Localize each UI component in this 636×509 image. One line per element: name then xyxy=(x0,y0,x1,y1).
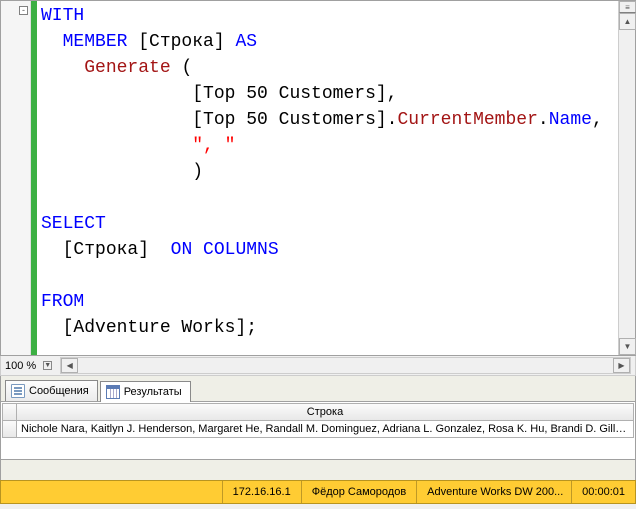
cell-value[interactable]: Nichole Nara, Kaitlyn J. Henderson, Marg… xyxy=(17,421,633,437)
grid-icon xyxy=(106,385,120,399)
status-user: Фёдор Самородов xyxy=(301,481,416,503)
keyword-as: AS xyxy=(235,32,257,52)
horizontal-scrollbar[interactable]: ◀ ▶ xyxy=(60,357,631,374)
keyword-select: SELECT xyxy=(41,214,106,234)
currentmember: CurrentMember xyxy=(397,110,537,130)
status-time: 00:00:01 xyxy=(571,481,635,503)
column-header-stroka[interactable]: Строка xyxy=(17,404,633,421)
table-row[interactable]: Nichole Nara, Kaitlyn J. Henderson, Marg… xyxy=(3,421,633,437)
tab-results[interactable]: Результаты xyxy=(100,381,191,402)
on-columns: ON COLUMNS xyxy=(171,240,279,260)
grid-header-row: Строка xyxy=(3,404,633,421)
results-tabs: Сообщения Результаты xyxy=(0,376,636,402)
results-grid[interactable]: Строка Nichole Nara, Kaitlyn J. Henderso… xyxy=(0,402,636,460)
func-generate: Generate xyxy=(84,58,181,78)
collapse-icon[interactable]: - xyxy=(19,6,28,15)
from-cube: [Adventure Works]; xyxy=(63,318,257,338)
zoom-bar: 100 % ▼ ◀ ▶ xyxy=(0,356,636,376)
scroll-up-icon[interactable]: ▲ xyxy=(619,13,636,30)
scroll-right-icon[interactable]: ▶ xyxy=(613,358,630,373)
arg-line-2a: [Top 50 Customers]. xyxy=(192,110,397,130)
zoom-level[interactable]: 100 % xyxy=(5,360,39,372)
vertical-scrollbar[interactable]: ≡ ▲ ▼ xyxy=(618,1,635,355)
string-sep: ", " xyxy=(192,136,235,156)
keyword-with: WITH xyxy=(41,6,84,26)
paren-close: ) xyxy=(192,162,203,182)
status-bar: 172.16.16.1 Фёдор Самородов Adventure Wo… xyxy=(0,480,636,504)
scroll-down-icon[interactable]: ▼ xyxy=(619,338,636,355)
code-text[interactable]: WITH MEMBER [Строка] AS Generate ( [Top … xyxy=(41,3,618,341)
editor-pane[interactable]: - WITH MEMBER [Строка] AS Generate ( [To… xyxy=(1,1,618,355)
arg-line-1: [Top 50 Customers], xyxy=(192,84,397,104)
comma: , xyxy=(592,110,603,130)
tab-messages-label: Сообщения xyxy=(29,385,89,397)
scroll-left-icon[interactable]: ◀ xyxy=(61,358,78,373)
change-marker xyxy=(31,1,37,355)
row-header[interactable] xyxy=(3,421,17,437)
name-prop: Name xyxy=(549,110,592,130)
tab-results-label: Результаты xyxy=(124,386,182,398)
panel-gap xyxy=(0,460,636,480)
status-ip: 172.16.16.1 xyxy=(222,481,301,503)
keyword-from: FROM xyxy=(41,292,84,312)
split-handle-icon[interactable]: ≡ xyxy=(619,1,636,13)
grid-corner[interactable] xyxy=(3,404,17,421)
select-col: [Строка] xyxy=(63,240,171,260)
code-editor[interactable]: - WITH MEMBER [Строка] AS Generate ( [To… xyxy=(0,0,636,356)
editor-gutter: - xyxy=(1,1,31,355)
tab-messages[interactable]: Сообщения xyxy=(5,380,98,401)
messages-icon xyxy=(11,384,25,398)
dot: . xyxy=(538,110,549,130)
zoom-dropdown-icon[interactable]: ▼ xyxy=(43,361,52,370)
paren-open: ( xyxy=(181,58,192,78)
ident-stroka: [Строка] xyxy=(127,32,235,52)
status-empty xyxy=(1,481,222,503)
keyword-member: MEMBER xyxy=(63,32,128,52)
status-db: Adventure Works DW 200... xyxy=(416,481,571,503)
grid-table: Строка Nichole Nara, Kaitlyn J. Henderso… xyxy=(2,403,634,438)
